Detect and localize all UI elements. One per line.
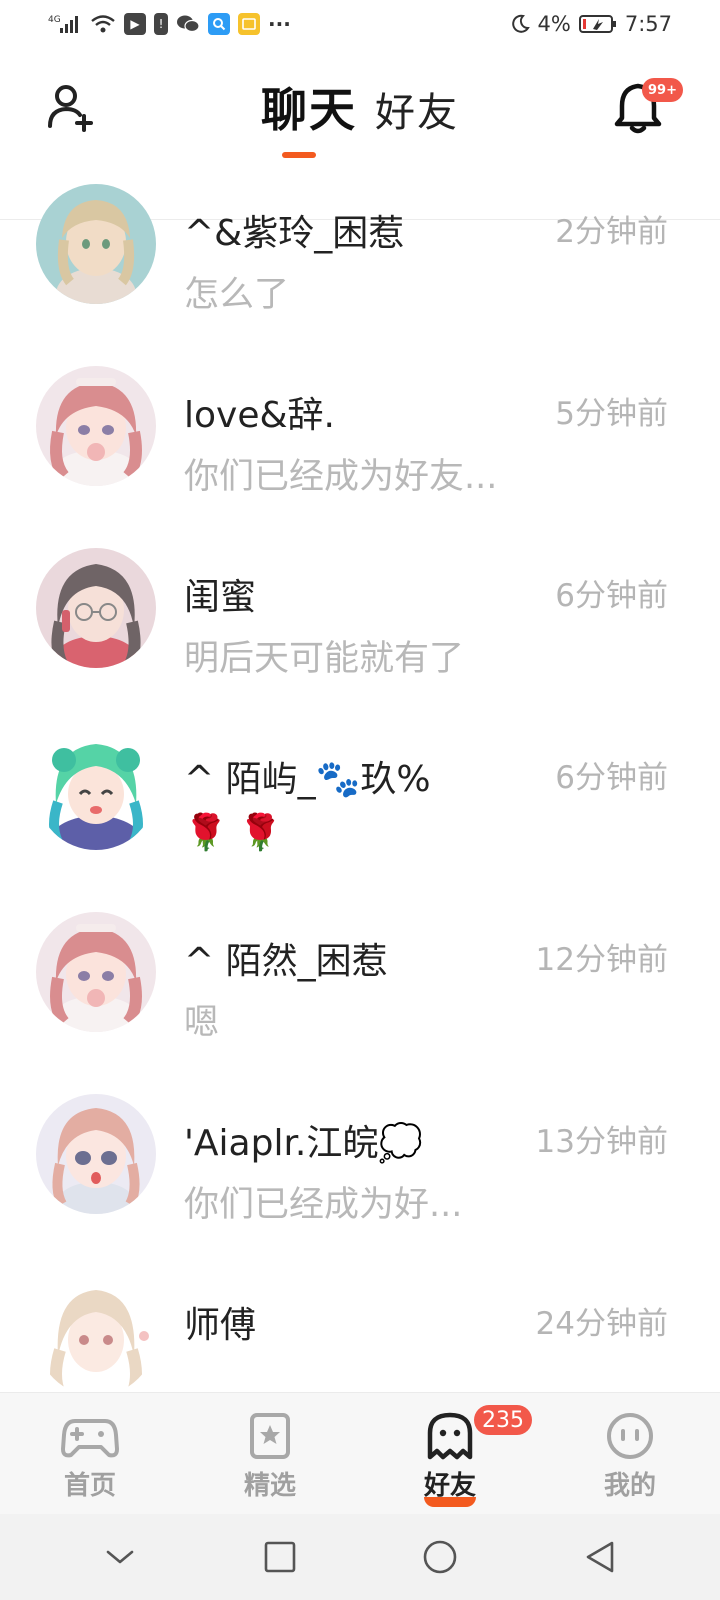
- avatar-light-hair-girl[interactable]: [36, 1276, 156, 1392]
- clock: 7:57: [624, 12, 672, 36]
- chat-time: 24分钟前: [535, 1306, 668, 1342]
- nav-profile[interactable]: 我的: [540, 1393, 720, 1514]
- ghost-icon: [427, 1412, 473, 1460]
- nav-label: 我的: [603, 1471, 656, 1501]
- home-button[interactable]: [410, 1527, 470, 1587]
- chat-name: love&辞.: [184, 395, 335, 436]
- star-card-icon: [250, 1413, 290, 1459]
- more-notifications-icon: ···: [268, 12, 291, 36]
- chat-list-item[interactable]: 师傅 24分钟前: [0, 1252, 720, 1392]
- nav-label: 首页: [63, 1471, 116, 1501]
- unread-badge: 235: [474, 1405, 532, 1435]
- wechat-icon: [176, 13, 200, 35]
- active-tab-indicator: [282, 152, 316, 158]
- chat-name: 'Aiaplr.江皖💭: [184, 1123, 424, 1164]
- avatar-pink-hair-girl[interactable]: [36, 366, 156, 486]
- avatar-brown-hair-girl[interactable]: [36, 1094, 156, 1214]
- chat-time: 5分钟前: [555, 396, 668, 432]
- system-navigation-bar: [0, 1514, 720, 1600]
- wifi-icon: [90, 13, 116, 35]
- status-bar: 4G ▶ ! ··· 4% 7:57: [0, 0, 720, 48]
- nav-home[interactable]: 首页: [0, 1393, 180, 1514]
- nav-label: 精选: [243, 1471, 296, 1501]
- chat-list-item[interactable]: 闺蜜 6分钟前 明后天可能就有了: [0, 524, 720, 706]
- status-left: 4G ▶ ! ···: [48, 12, 291, 36]
- chat-name: 师傅: [184, 1305, 257, 1346]
- circle-icon: [423, 1540, 457, 1574]
- battery-percent: 4%: [537, 12, 571, 36]
- avatar-pink-hair-girl[interactable]: [36, 912, 156, 1032]
- gamepad-icon: [61, 1419, 119, 1458]
- alert-icon: !: [154, 13, 168, 35]
- chat-last-message: 嗯: [184, 1003, 220, 1043]
- chat-time: 13分钟前: [535, 1124, 668, 1160]
- chevron-down-icon: [106, 1550, 134, 1564]
- nav-featured[interactable]: 精选: [180, 1393, 360, 1514]
- active-nav-indicator: [424, 1497, 476, 1507]
- search-app-icon: [208, 13, 230, 35]
- chat-last-message: 你们已经成为好...: [184, 1185, 463, 1225]
- back-button[interactable]: [570, 1527, 630, 1587]
- avatar-blonde-girl[interactable]: [36, 184, 156, 304]
- tab-chat[interactable]: 聊天: [261, 74, 357, 140]
- battery-icon: [578, 13, 617, 35]
- back-triangle-icon: [586, 1541, 614, 1573]
- gallery-app-icon: [238, 13, 260, 35]
- chat-time: 2分钟前: [555, 214, 668, 250]
- moon-icon: [510, 13, 530, 35]
- chat-name: ^ 陌然_困惹: [184, 941, 388, 982]
- nav-friends[interactable]: 好友 235: [360, 1393, 540, 1514]
- network-type-label: 4G: [48, 15, 61, 25]
- chat-list-item[interactable]: ^&紫玲_困惹 2分钟前 怎么了: [0, 160, 720, 342]
- chat-name: 闺蜜: [184, 577, 257, 618]
- chat-list-item[interactable]: ^ 陌屿_🐾玖% 6分钟前 🌹 🌹: [0, 706, 720, 888]
- chat-last-message: 怎么了: [184, 275, 290, 315]
- chat-list: ^&紫玲_困惹 2分钟前 怎么了 love&辞. 5分钟前 你们已经成为好友..…: [0, 160, 720, 1392]
- collapse-button[interactable]: [90, 1527, 150, 1587]
- chat-list-item[interactable]: ^ 陌然_困惹 12分钟前 嗯: [0, 888, 720, 1070]
- tab-friends[interactable]: 好友: [375, 80, 459, 140]
- chat-last-message: 🌹 🌹: [184, 813, 283, 853]
- chat-time: 6分钟前: [555, 578, 668, 614]
- square-icon: [264, 1541, 296, 1573]
- chat-last-message: 明后天可能就有了: [184, 639, 465, 679]
- chat-list-item[interactable]: love&辞. 5分钟前 你们已经成为好友...: [0, 342, 720, 524]
- signal-icon: 4G: [48, 13, 82, 35]
- face-icon: [607, 1413, 653, 1459]
- play-app-icon: ▶: [124, 13, 146, 35]
- bottom-nav: 首页 精选 好友 235 我的: [0, 1392, 720, 1514]
- avatar-glasses-girl[interactable]: [36, 548, 156, 668]
- chat-time: 6分钟前: [555, 760, 668, 796]
- notification-badge: 99+: [642, 78, 683, 102]
- chat-list-item[interactable]: 'Aiaplr.江皖💭 13分钟前 你们已经成为好...: [0, 1070, 720, 1252]
- chat-time: 12分钟前: [535, 942, 668, 978]
- chat-name: ^&紫玲_困惹: [184, 213, 405, 254]
- top-header: 聊天 好友 99+: [0, 60, 720, 220]
- chat-last-message: 你们已经成为好友...: [184, 457, 498, 497]
- avatar-green-hair-girl[interactable]: [36, 730, 156, 850]
- status-right: 4% 7:57: [510, 12, 672, 36]
- chat-name: ^ 陌屿_🐾玖%: [184, 759, 431, 800]
- recents-button[interactable]: [250, 1527, 310, 1587]
